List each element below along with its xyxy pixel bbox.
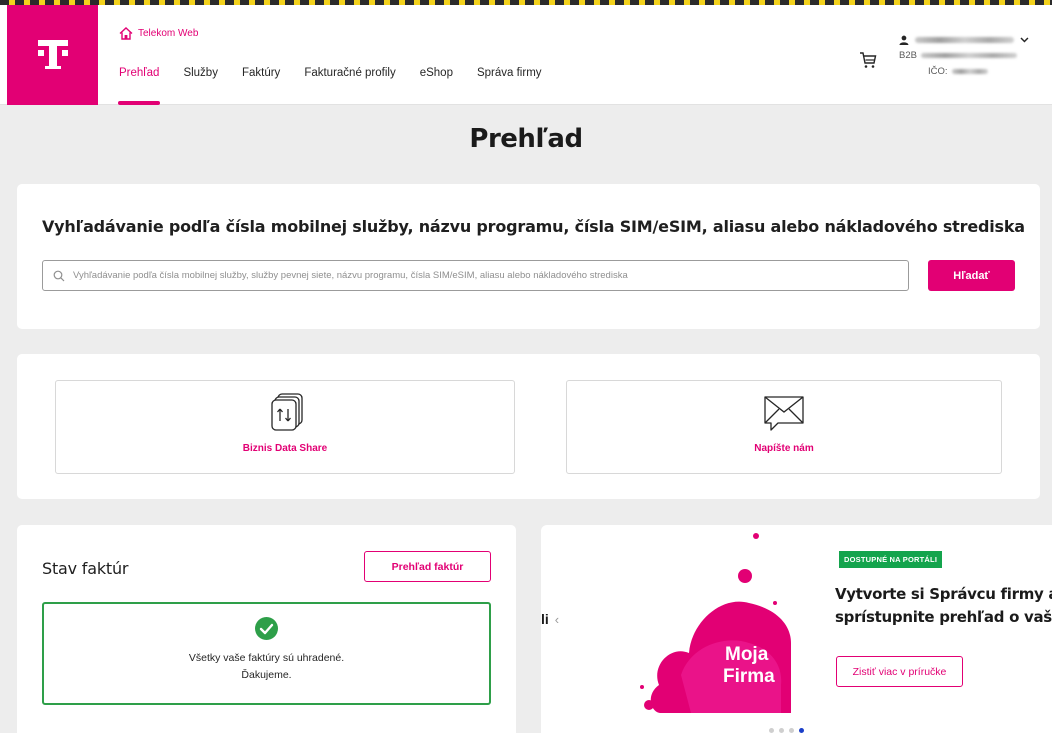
portal-home-link[interactable]: Telekom Web <box>119 27 198 40</box>
promo-badge: DOSTUPNÉ NA PORTÁLI <box>839 551 943 568</box>
home-icon <box>119 27 133 40</box>
company-prefix: B2B <box>899 50 917 61</box>
illustration-text-moja: Moja <box>725 644 769 665</box>
company-name-redacted <box>920 53 1017 58</box>
chevron-left-icon: ‹ <box>554 611 560 627</box>
chevron-down-icon <box>1020 37 1029 43</box>
mail-icon <box>764 396 804 431</box>
carousel-dot-active[interactable] <box>799 728 804 733</box>
check-circle-icon <box>255 617 278 640</box>
carousel-dot[interactable] <box>789 728 794 733</box>
nav-faktury[interactable]: Faktúry <box>242 67 280 105</box>
user-name-redacted <box>914 37 1015 43</box>
search-input[interactable] <box>73 270 908 281</box>
cart-button[interactable] <box>859 51 877 69</box>
tile-label-napiste-nam: Napíšte nám <box>754 443 814 454</box>
top-dashed-border <box>0 0 1052 5</box>
carousel-dot[interactable] <box>779 728 784 733</box>
tile-label-biznis-data-share: Biznis Data Share <box>242 443 328 454</box>
user-icon <box>899 35 909 45</box>
search-heading: Vyhľadávanie podľa čísla mobilnej služby… <box>42 217 1025 236</box>
ico-value-redacted <box>951 69 988 74</box>
user-menu[interactable]: B2B IČO: <box>899 35 1029 77</box>
ico-label: IČO: <box>928 66 948 77</box>
invoice-status-card: Stav faktúr Prehľad faktúr Všetky vaše f… <box>17 525 516 733</box>
search-button[interactable]: Hľadať <box>928 260 1015 291</box>
illustration-text-firma: Firma <box>723 666 775 687</box>
page-title: Prehľad <box>469 124 583 154</box>
quick-links-card: Biznis Data Share Napíšte nám <box>17 354 1040 499</box>
invoice-status-line2: Ďakujeme. <box>241 668 292 681</box>
nav-sluzby[interactable]: Služby <box>183 67 218 105</box>
nav-prehlad[interactable]: Prehľad <box>117 67 161 105</box>
main-nav: Prehľad Služby Faktúry Fakturačné profil… <box>117 67 566 105</box>
promo-learn-more-button[interactable]: Zistiť viac v príručke <box>836 656 963 687</box>
nav-sprava-firmy[interactable]: Správa firmy <box>477 67 542 105</box>
search-card: Vyhľadávanie podľa čísla mobilnej služby… <box>17 184 1040 329</box>
search-icon <box>53 270 65 281</box>
data-share-icon <box>271 393 303 431</box>
portal-label: Telekom Web <box>138 28 199 39</box>
invoice-status-line1: Všetky vaše faktúry sú uhradené. <box>188 652 345 664</box>
telekom-logo[interactable] <box>7 5 98 105</box>
previous-slide-fragment: li <box>541 611 549 627</box>
nav-fakturacne-profily[interactable]: Fakturačné profily <box>304 67 395 105</box>
carousel-dot[interactable] <box>769 728 774 733</box>
cart-icon <box>860 52 877 68</box>
search-field[interactable] <box>42 260 909 291</box>
carousel-prev-button[interactable]: li ‹ <box>541 611 559 627</box>
tile-biznis-data-share[interactable]: Biznis Data Share <box>55 380 515 474</box>
carousel-pagination <box>769 728 804 733</box>
tile-napiste-nam[interactable]: Napíšte nám <box>566 380 1002 474</box>
promo-heading-line2: sprístupnite prehľad o vaš <box>835 607 1052 626</box>
invoice-overview-button[interactable]: Prehľad faktúr <box>364 551 491 582</box>
telekom-t-icon <box>37 40 68 69</box>
nav-eshop[interactable]: eShop <box>420 67 453 105</box>
invoice-status-box: Všetky vaše faktúry sú uhradené. Ďakujem… <box>42 602 491 705</box>
promo-heading-line1: Vytvorte si Správcu firmy a <box>835 585 1052 603</box>
moja-firma-illustration: Moja Firma <box>640 533 791 713</box>
invoice-card-title: Stav faktúr <box>42 559 129 578</box>
promo-heading: Vytvorte si Správcu firmy a sprístupnite… <box>835 583 1052 628</box>
header: Telekom Web Prehľad Služby Faktúry Faktu… <box>0 5 1052 105</box>
promo-carousel: li ‹ Moja Firma DOSTUPNÉ NA PORTÁLI Vytv… <box>541 525 1052 733</box>
